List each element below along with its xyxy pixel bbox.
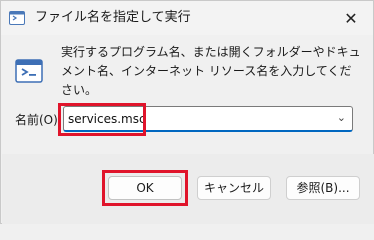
run-dialog: ファイル名を指定して実行 ✕ 実行するプログラム名、または開くフォルダーやドキュ… <box>0 0 374 224</box>
chevron-down-icon[interactable]: ⌄ <box>337 111 346 124</box>
run-app-icon <box>15 59 43 83</box>
instruction-text: 実行するプログラム名、または開くフォルダーやドキュメント名、インターネット リソ… <box>61 45 361 97</box>
open-field-label: 名前(O): <box>15 113 62 127</box>
close-button[interactable]: ✕ <box>329 1 373 35</box>
open-combobox[interactable]: ⌄ <box>63 106 353 132</box>
open-input[interactable] <box>68 110 318 128</box>
close-icon: ✕ <box>344 8 358 28</box>
window-title: ファイル名を指定して実行 <box>35 10 191 25</box>
run-app-icon <box>9 11 25 25</box>
title-bar[interactable]: ファイル名を指定して実行 ✕ <box>1 1 373 35</box>
browse-button[interactable]: 参照(B)... <box>286 176 360 200</box>
ok-button[interactable]: OK <box>108 176 182 200</box>
cancel-button[interactable]: キャンセル <box>197 176 271 200</box>
